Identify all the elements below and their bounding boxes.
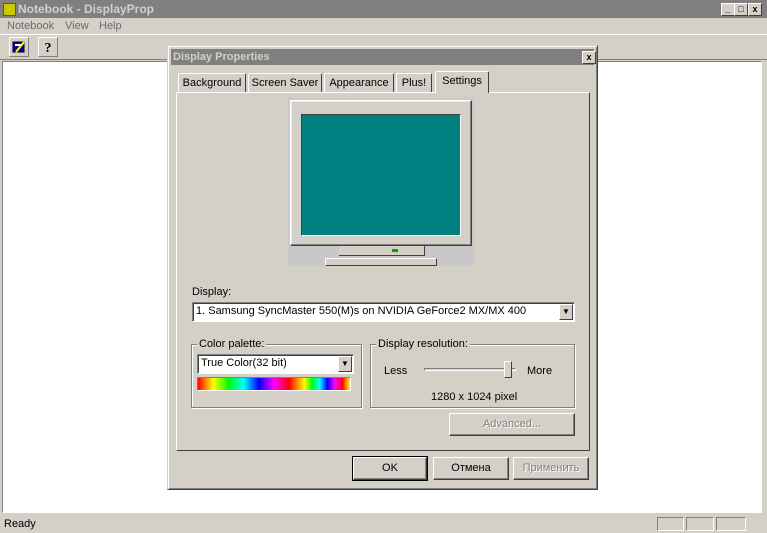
close-button[interactable]: x	[748, 3, 762, 16]
tab-background[interactable]: Background	[178, 73, 246, 92]
advanced-button[interactable]: Advanced...	[449, 413, 575, 436]
resolution-value: 1280 x 1024 pixel	[431, 391, 518, 403]
monitor-power-led	[392, 249, 398, 252]
color-palette-label: Color palette:	[197, 338, 267, 350]
help-icon: ?	[44, 41, 52, 56]
display-select-value: 1. Samsung SyncMaster 550(M)s on NVIDIA …	[196, 305, 527, 317]
display-properties-dialog: Display Properties x Background Screen S…	[167, 45, 598, 490]
resolution-more-label: More	[527, 365, 553, 377]
menu-help[interactable]: Help	[99, 19, 122, 33]
dialog-titlebar[interactable]: Display Properties x	[171, 49, 596, 65]
display-label: Display:	[192, 286, 232, 298]
color-palette-select[interactable]: True Color(32 bit)	[197, 354, 354, 374]
resolution-slider-track[interactable]	[424, 368, 516, 371]
notebook-app-icon	[3, 3, 16, 16]
display-dropdown-button[interactable]: ▼	[559, 304, 573, 320]
minimize-button[interactable]: _	[721, 3, 735, 16]
properties-icon	[12, 41, 25, 53]
menu-notebook[interactable]: Notebook	[7, 19, 54, 33]
window-titlebar[interactable]: Notebook - DisplayProp _ □ x	[0, 0, 767, 18]
dialog-close-button[interactable]: x	[582, 51, 596, 64]
statusbar: Ready	[0, 515, 767, 533]
display-resolution-label: Display resolution:	[376, 338, 470, 350]
status-panel	[657, 517, 684, 531]
status-text: Ready	[4, 518, 36, 530]
apply-button[interactable]: Применить	[513, 457, 589, 480]
monitor-stand	[339, 246, 425, 256]
display-select[interactable]: 1. Samsung SyncMaster 550(M)s on NVIDIA …	[192, 302, 575, 322]
cancel-button[interactable]: Отмена	[433, 457, 509, 480]
color-palette-dropdown-button[interactable]: ▼	[338, 356, 352, 372]
status-panel	[716, 517, 746, 531]
dialog-title: Display Properties	[173, 51, 270, 63]
maximize-button[interactable]: □	[734, 3, 748, 16]
tab-appearance[interactable]: Appearance	[324, 73, 394, 92]
help-tool-button[interactable]: ?	[38, 37, 58, 57]
ok-button[interactable]: OK	[352, 456, 428, 481]
monitor-screen	[301, 114, 461, 236]
menubar: Notebook View Help	[0, 18, 767, 34]
tab-settings[interactable]: Settings	[435, 71, 489, 93]
status-panel	[686, 517, 714, 531]
color-spectrum-preview	[197, 377, 351, 391]
menu-view[interactable]: View	[65, 19, 89, 33]
tab-plus[interactable]: Plus!	[396, 73, 432, 92]
properties-tool-button[interactable]	[9, 37, 29, 57]
monitor-base	[325, 258, 437, 266]
color-palette-value: True Color(32 bit)	[201, 357, 287, 369]
window-title: Notebook - DisplayProp	[18, 2, 155, 16]
resolution-slider-thumb[interactable]	[503, 361, 512, 378]
chevron-down-icon: ▼	[562, 307, 570, 316]
tab-screen-saver[interactable]: Screen Saver	[248, 73, 322, 92]
chevron-down-icon: ▼	[341, 359, 349, 368]
resolution-less-label: Less	[384, 365, 408, 377]
